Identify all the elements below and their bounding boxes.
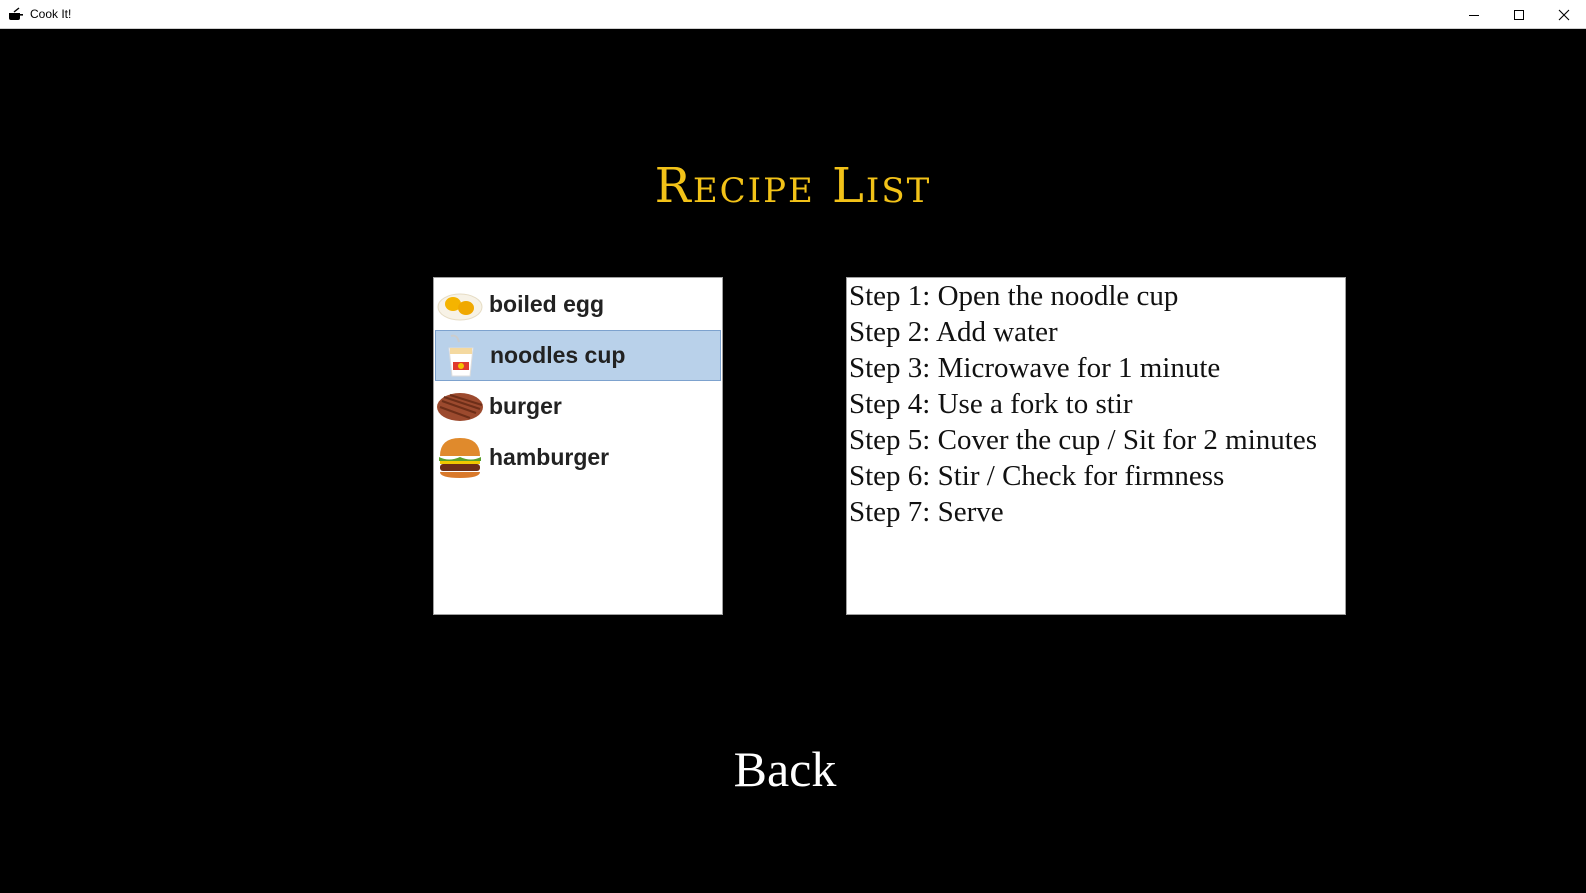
minimize-icon (1468, 14, 1479, 16)
step-text: Step 5: Cover the cup / Sit for 2 minute… (849, 424, 1317, 456)
list-item-label: burger (489, 393, 562, 419)
list-item-label: noodles cup (490, 342, 626, 368)
recipe-steps-panel: Step 1: Open the noodle cup Step 2: Add … (846, 277, 1346, 615)
list-item[interactable]: hamburger (435, 432, 721, 483)
step-text: Step 1: Open the noodle cup (849, 280, 1179, 312)
fried-egg-icon (435, 280, 485, 330)
maximize-button[interactable] (1496, 0, 1541, 29)
list-item-label: hamburger (489, 444, 610, 470)
noodle-cup-icon (436, 331, 486, 381)
step-text: Step 3: Microwave for 1 minute (849, 352, 1221, 384)
back-button[interactable]: Back (700, 737, 870, 801)
step-text: Step 7: Serve (849, 496, 1004, 528)
burger-patty-icon (435, 382, 485, 432)
list-item-selected[interactable]: noodles cup (435, 330, 721, 381)
maximize-icon (1513, 9, 1524, 20)
step-text: Step 6: Stir / Check for firmness (849, 460, 1225, 492)
title-bar: Cook It! (0, 0, 1586, 29)
minimize-button[interactable] (1451, 0, 1496, 29)
page-title: Recipe List (654, 158, 932, 214)
close-icon (1558, 9, 1569, 20)
list-item[interactable]: boiled egg (435, 279, 721, 330)
step-text: Step 4: Use a fork to stir (849, 388, 1133, 420)
step-text: Step 2: Add water (849, 316, 1058, 348)
recipe-list[interactable]: boiled egg noodles cup burger hamburger (433, 277, 723, 615)
close-button[interactable] (1541, 0, 1586, 29)
hamburger-icon (435, 433, 485, 483)
cooking-pot-icon (9, 7, 23, 20)
window-title: Cook It! (30, 7, 72, 21)
list-item[interactable]: burger (435, 381, 721, 432)
list-item-label: boiled egg (489, 291, 604, 317)
